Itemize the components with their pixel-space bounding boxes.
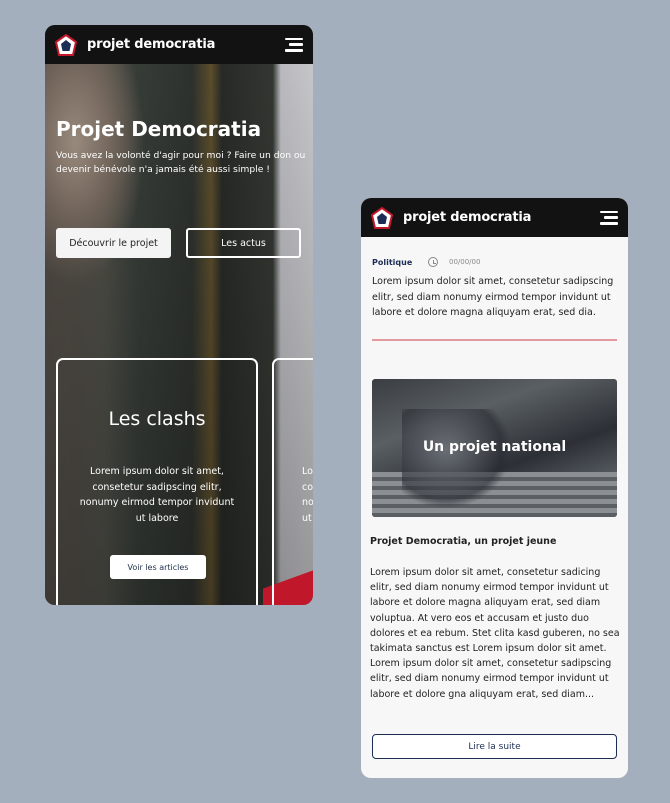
menu-icon[interactable]	[600, 210, 618, 225]
home-screen: projet democratia Projet Democratia Vous…	[45, 25, 313, 605]
menu-icon[interactable]	[285, 37, 303, 52]
article-image: Un projet national	[372, 379, 617, 517]
divider	[372, 339, 617, 341]
read-more-button[interactable]: Lire la suite	[372, 734, 617, 759]
brand-name: projet democratia	[87, 37, 216, 52]
article-excerpt: Lorem ipsum dolor sit amet, consetetur s…	[372, 276, 614, 318]
hero-title: Projet Democratia	[56, 117, 262, 141]
image-title: Un projet national	[422, 439, 567, 455]
article-date: 00/00/00	[449, 258, 481, 266]
section-title: Projet Democratia, un projet jeune	[370, 536, 557, 547]
category-card[interactable]: Les clashs Lorem ipsum dolor sit amet, c…	[56, 358, 258, 605]
logo-icon[interactable]	[371, 206, 393, 229]
view-articles-button[interactable]: Voir les articles	[110, 555, 206, 579]
clock-icon	[428, 257, 438, 267]
article-body: Lorem ipsum dolor sit amet, consetetur s…	[370, 567, 620, 700]
card-title: Les clashs	[108, 408, 206, 430]
brand-name: projet democratia	[403, 210, 532, 225]
category-card[interactable]: Lorem ipsum dolor sit amet, consetetur s…	[272, 358, 313, 605]
logo-icon[interactable]	[55, 33, 77, 56]
header: projet democratia	[45, 25, 313, 64]
hero-subtitle: Vous avez la volonté d'agir pour moi ? F…	[56, 150, 306, 175]
card-text: Lorem ipsum dolor sit amet, consetetur s…	[302, 466, 313, 524]
header: projet democratia	[361, 198, 628, 237]
card-text: Lorem ipsum dolor sit amet, consetetur s…	[79, 466, 235, 524]
category-label[interactable]: Politique	[372, 258, 412, 267]
discover-project-button[interactable]: Découvrir le projet	[56, 228, 171, 258]
news-button[interactable]: Les actus	[186, 228, 301, 258]
article-screen: projet democratia Politique 00/00/00 Lor…	[361, 198, 628, 778]
